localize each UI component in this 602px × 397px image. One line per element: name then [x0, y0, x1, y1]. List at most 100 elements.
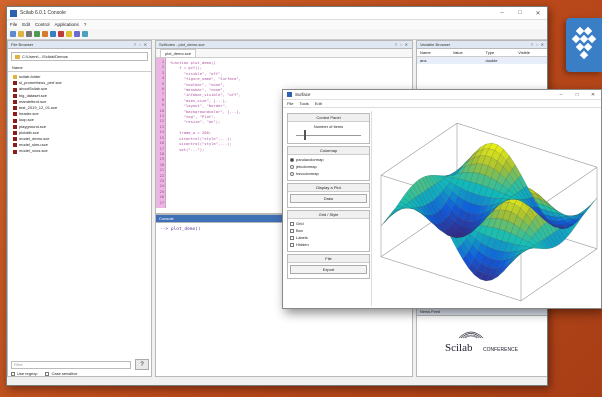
- copy-icon[interactable]: [34, 31, 40, 37]
- menu-file[interactable]: File: [10, 22, 17, 27]
- export-group: File Export: [287, 254, 370, 279]
- scilab-app-icon: [10, 9, 17, 17]
- name-column-header[interactable]: Name: [8, 64, 151, 72]
- minimize-button[interactable]: –: [493, 10, 511, 17]
- sce-file-icon: [13, 149, 17, 154]
- path-field[interactable]: C:\Users\...\Scilab\Demos: [11, 52, 148, 61]
- filter-help-button[interactable]: ?: [135, 359, 149, 370]
- menu-help[interactable]: ?: [84, 22, 87, 27]
- scilab-logo-icon: [571, 26, 597, 60]
- regexp-label: Use regexp: [17, 371, 38, 376]
- maximize-button[interactable]: □: [511, 10, 529, 17]
- checkbox-icon: [290, 221, 294, 226]
- panel-controls[interactable]: ? ▫ ✕: [134, 42, 148, 47]
- radio-jet[interactable]: jetcolormap: [290, 164, 367, 169]
- demo-icon[interactable]: [82, 31, 88, 37]
- news-feed-panel: News Feed Scilab CONFERENCE: [416, 307, 547, 377]
- file-name: model_xcos.sce: [19, 148, 48, 154]
- sce-file-icon: [13, 93, 17, 98]
- checkbox-label: Hidden: [296, 242, 309, 247]
- logo-text: Scilab: [445, 342, 473, 354]
- draw-button[interactable]: Draw: [290, 194, 367, 203]
- filter-input[interactable]: Filter: [11, 361, 131, 369]
- radio-icon: [290, 171, 294, 176]
- xcos-icon[interactable]: [58, 31, 64, 37]
- items-slider[interactable]: [290, 129, 367, 141]
- export-title: File: [288, 255, 369, 263]
- logo-subtext: CONFERENCE: [483, 347, 519, 353]
- style-title: Grid / Style: [288, 211, 369, 219]
- news-feed-title: News Feed: [420, 309, 441, 314]
- checkbox-icon: [290, 235, 294, 240]
- col-value[interactable]: Value: [450, 50, 483, 55]
- radio-parula[interactable]: parulacolormap: [290, 157, 367, 162]
- style-group: Grid / Style Grid Box Labels Hidden: [287, 210, 370, 252]
- surface-plot[interactable]: [378, 114, 600, 306]
- checkbox-hidden[interactable]: Hidden: [290, 242, 367, 247]
- sce-file-icon: [13, 99, 17, 104]
- slider-group: Control Panel Number of items: [287, 113, 370, 144]
- sce-file-icon: [13, 112, 17, 117]
- menu-edit[interactable]: Edit: [22, 22, 30, 27]
- open-folder-icon[interactable]: [18, 31, 24, 37]
- draw-title: Display a Plot: [288, 184, 369, 192]
- surface-facet: [587, 197, 598, 208]
- main-window-title: Scilab 6.0.1 Console: [20, 10, 66, 16]
- figure-menu-tools[interactable]: Tools: [299, 101, 308, 106]
- checkbox-icon: [290, 228, 294, 233]
- panel-controls[interactable]: ? ▫ ✕: [395, 42, 409, 47]
- new-file-icon[interactable]: [10, 31, 16, 37]
- cell-type: double: [485, 58, 498, 63]
- sce-file-icon: [13, 124, 17, 129]
- radio-selected-icon: [290, 157, 294, 162]
- checkbox-label: Grid: [296, 221, 304, 226]
- editor-tabbar: plot_demo.sce: [156, 49, 412, 58]
- line-number: 27: [159, 200, 164, 205]
- axis-box-edge: [380, 122, 458, 176]
- help-icon[interactable]: [74, 31, 80, 37]
- regexp-checkbox[interactable]: Use regexp: [11, 371, 37, 376]
- figure-menu-file[interactable]: File: [287, 101, 293, 106]
- sce-file-icon: [13, 143, 17, 148]
- figure-menu-edit[interactable]: Edit: [315, 101, 322, 106]
- checkbox-grid[interactable]: Grid: [290, 221, 367, 226]
- checkbox-box[interactable]: Box: [290, 228, 367, 233]
- export-button[interactable]: Export: [290, 265, 367, 274]
- scinotes-icon[interactable]: [50, 31, 56, 37]
- radio-hsv[interactable]: hsvcolormap: [290, 171, 367, 176]
- radio-label: jetcolormap: [296, 164, 317, 169]
- figure-close-button[interactable]: ✕: [585, 92, 601, 98]
- radio-label: hsvcolormap: [296, 171, 319, 176]
- checkbox-labels[interactable]: Labels: [290, 235, 367, 240]
- line-number-gutter: 1 2 3 4 5 6 7 8 9 10 11 12 13 14 15 16 17 18 19 20 21 22 23 24 2…: [156, 58, 166, 208]
- case-sensitive-checkbox[interactable]: Case sensitive: [45, 371, 77, 376]
- table-row[interactable]: ans double: [417, 57, 547, 64]
- menu-applications[interactable]: Applications: [55, 22, 79, 27]
- figure-maximize-button[interactable]: □: [569, 92, 585, 98]
- menu-control[interactable]: Control: [35, 22, 50, 27]
- variable-browser-title: Variable Browser: [420, 42, 451, 47]
- cut-icon[interactable]: [26, 31, 32, 37]
- close-button[interactable]: ✕: [529, 10, 547, 17]
- editor-header: SciNotes - plot_demo.sce ? ▫ ✕: [156, 41, 412, 49]
- radio-icon: [290, 164, 294, 169]
- figure-minimize-button[interactable]: –: [553, 92, 569, 98]
- col-visible[interactable]: Visible: [515, 50, 547, 55]
- panel-controls[interactable]: ? ▫ ✕: [531, 42, 545, 47]
- paste-icon[interactable]: [42, 31, 48, 37]
- colormap-title: Colormap: [288, 147, 369, 155]
- main-titlebar: Scilab 6.0.1 Console – □ ✕: [7, 7, 547, 20]
- folder-icon: [13, 75, 17, 80]
- slider-thumb[interactable]: [304, 130, 306, 140]
- module-manager-icon[interactable]: [66, 31, 72, 37]
- tree-file-item[interactable]: model_xcos.sce: [13, 148, 146, 154]
- editor-title: SciNotes - plot_demo.sce: [159, 42, 205, 47]
- col-name[interactable]: Name: [417, 50, 450, 55]
- editor-tab[interactable]: plot_demo.sce: [160, 49, 197, 57]
- col-type[interactable]: Type: [483, 50, 516, 55]
- scilab-conference-logo[interactable]: Scilab CONFERENCE: [441, 324, 531, 366]
- figure-title: Surface: [295, 92, 311, 97]
- variable-browser-header: Variable Browser ? ▫ ✕: [417, 41, 547, 49]
- main-toolbar: [7, 29, 547, 40]
- scilab-logo-badge: [566, 18, 602, 72]
